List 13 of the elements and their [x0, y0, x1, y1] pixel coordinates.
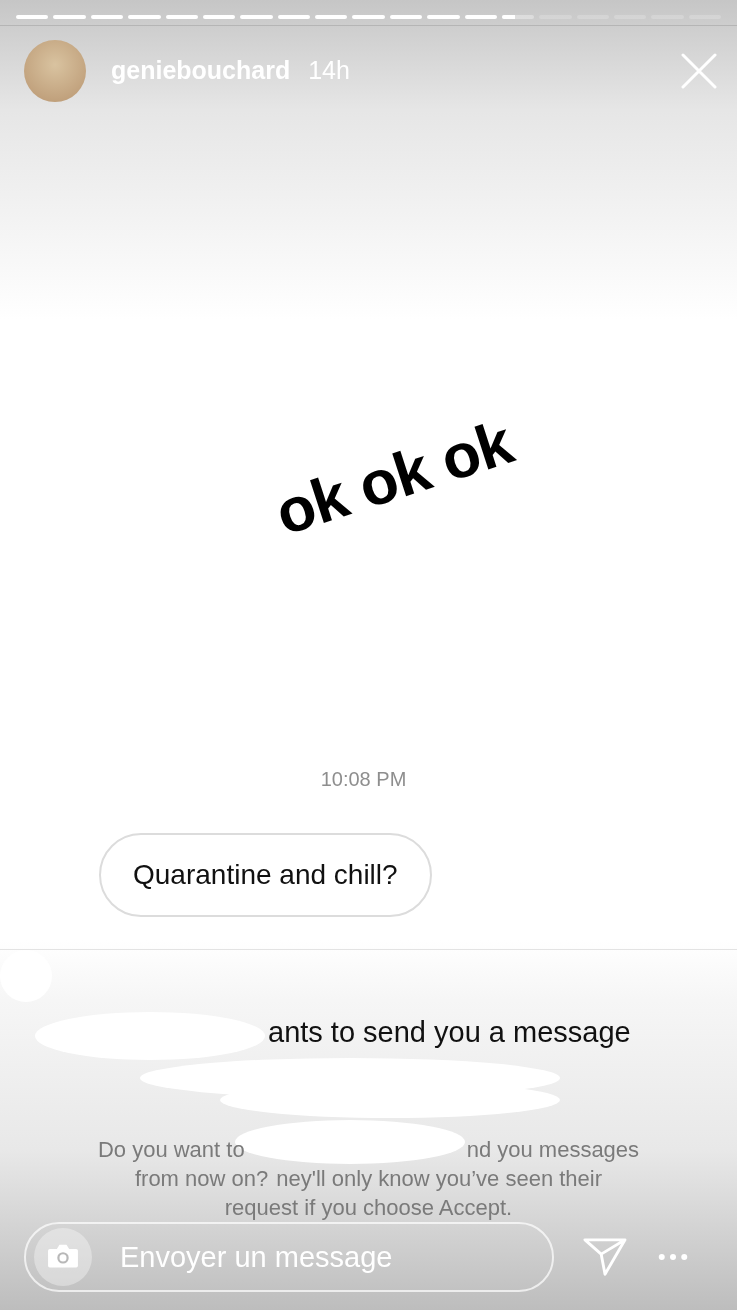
camera-icon[interactable] — [34, 1228, 92, 1286]
request-text: nd you messages — [466, 1135, 640, 1164]
timestamp: 10:08 PM — [319, 767, 408, 791]
more-icon[interactable] — [658, 1253, 688, 1261]
request-text: ney'll only know you’ve seen their — [276, 1164, 603, 1193]
request-text: Do you want to — [97, 1135, 245, 1164]
message-bubble: Quarantine and chill? — [99, 832, 432, 917]
request-title: ants to send you a message — [267, 1015, 632, 1049]
close-icon[interactable] — [681, 52, 717, 89]
send-icon[interactable] — [582, 1236, 628, 1278]
request-text: request if you choose Accept. — [224, 1193, 513, 1222]
request-text: from now on? — [134, 1164, 269, 1193]
sticker-text: ok ok ok — [266, 405, 521, 549]
